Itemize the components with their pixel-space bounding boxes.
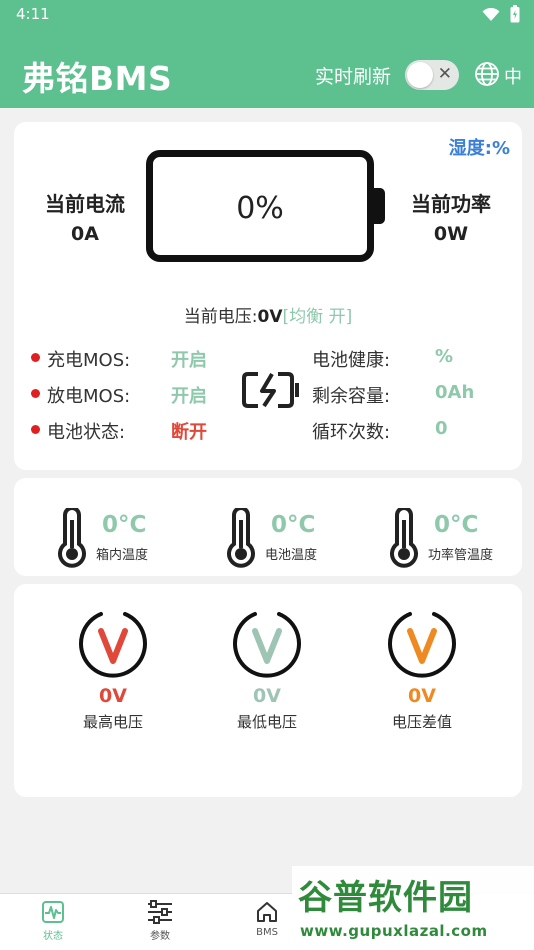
status-dot <box>31 425 40 434</box>
voltage-gauge-diff: 0V 电压差值 <box>367 609 477 732</box>
battery-terminal <box>374 188 385 224</box>
realtime-refresh-toggle[interactable]: ✕ <box>405 60 459 90</box>
cycle-count-value: 0 <box>435 418 448 439</box>
charge-mos-label: 充电MOS: <box>47 350 131 371</box>
tab-params[interactable]: 参数 <box>130 900 190 942</box>
voltage-diff-label: 电压差值 <box>391 713 452 731</box>
current-block: 当前电流 0A <box>30 188 140 245</box>
app-title: 弗铭BMS <box>22 59 173 98</box>
home-icon <box>257 902 277 922</box>
battery-level-graphic: 0% <box>146 150 374 262</box>
balance-status: [均衡 开] <box>282 307 353 327</box>
globe-icon[interactable] <box>474 61 500 91</box>
voltage-gauge-icon <box>233 612 301 678</box>
discharge-mos-value: 开启 <box>171 386 207 407</box>
sliders-icon <box>148 900 172 924</box>
voltage-gauge-icon <box>79 612 147 678</box>
battery-state-label: 电池状态: <box>47 422 126 443</box>
temperature-item: 0°C 箱内温度 <box>52 508 212 568</box>
voltage-gauge-max: 0V 最高电压 <box>58 609 168 732</box>
voltage-gauge-icon <box>388 612 456 678</box>
min-voltage-label: 最低电压 <box>236 713 297 731</box>
voltage-card: 0V 最高电压 0V 最低电压 0V 电压差值 <box>14 584 522 797</box>
battery-health-value: % <box>435 346 454 367</box>
voltage-gauge-min: 0V 最低电压 <box>212 609 322 732</box>
toggle-knob <box>407 62 433 88</box>
thermometer-icon <box>58 508 86 568</box>
status-time: 4:11 <box>16 5 50 23</box>
temperature-item: 0°C 功率管温度 <box>384 508 534 568</box>
voltage-label: 当前电压: <box>183 307 258 327</box>
max-voltage-label: 最高电压 <box>82 713 143 731</box>
app-bar: 弗铭BMS 实时刷新 ✕ 中 <box>0 30 534 108</box>
thermometer-icon <box>227 508 255 568</box>
remaining-capacity-value: 0Ah <box>435 382 475 403</box>
thermometer-icon <box>390 508 418 568</box>
power-value: 0W <box>433 223 469 245</box>
temperature-item: 0°C 电池温度 <box>221 508 381 568</box>
status-dot <box>31 389 40 398</box>
language-button[interactable]: 中 <box>504 63 522 89</box>
battery-percent: 0% <box>236 191 284 226</box>
temperature-card: 0°C 箱内温度 0°C 电池温度 0°C 功率管温度 <box>14 478 522 576</box>
cycle-count-label: 循环次数: <box>312 422 391 443</box>
temperature-label: 电池温度 <box>265 548 318 563</box>
close-icon: ✕ <box>437 64 452 84</box>
temperature-label: 功率管温度 <box>428 548 494 563</box>
voltage-diff-value: 0V <box>408 685 436 707</box>
voltage-line: 当前电压:0V[均衡 开] <box>14 302 522 327</box>
waveform-icon <box>42 901 64 923</box>
temperature-label: 箱内温度 <box>96 548 149 563</box>
wifi-icon <box>482 7 500 26</box>
min-voltage-value: 0V <box>253 685 281 707</box>
current-label: 当前电流 <box>45 192 125 216</box>
power-label: 当前功率 <box>411 192 491 216</box>
current-value: 0A <box>71 223 99 245</box>
battery-health-label: 电池健康: <box>312 350 391 371</box>
remaining-capacity-label: 剩余容量: <box>312 386 391 407</box>
temperature-value: 0°C <box>102 512 147 538</box>
watermark-title: 谷普软件园 <box>298 878 473 918</box>
realtime-refresh-label: 实时刷新 <box>315 66 392 88</box>
charging-battery-icon <box>242 371 300 413</box>
temperature-value: 0°C <box>434 512 479 538</box>
battery-overview-card: 湿度:% 当前电流 0A 0% 当前功率 0W 当前电压:0V[均衡 开] 充电… <box>14 122 522 470</box>
status-dot <box>31 353 40 362</box>
tab-status-label: 状态 <box>43 931 63 942</box>
watermark-url: www.gupuxlazal.com <box>300 922 488 940</box>
temperature-value: 0°C <box>271 512 316 538</box>
tab-status[interactable]: 状态 <box>23 900 83 942</box>
status-bar: 4:11 <box>0 0 534 30</box>
tab-bms-label: BMS <box>256 927 278 938</box>
battery-status-icon <box>510 5 520 27</box>
max-voltage-value: 0V <box>99 685 127 707</box>
watermark: 谷普软件园 www.gupuxlazal.com <box>292 866 534 946</box>
humidity-label: 湿度:% <box>448 138 510 159</box>
charge-mos-value: 开启 <box>171 350 207 371</box>
tab-bms[interactable]: BMS <box>237 900 297 938</box>
tab-params-label: 参数 <box>150 931 170 942</box>
discharge-mos-label: 放电MOS: <box>47 386 131 407</box>
voltage-value: 0V <box>257 307 283 327</box>
battery-state-value: 断开 <box>171 422 207 443</box>
power-block: 当前功率 0W <box>396 188 506 245</box>
